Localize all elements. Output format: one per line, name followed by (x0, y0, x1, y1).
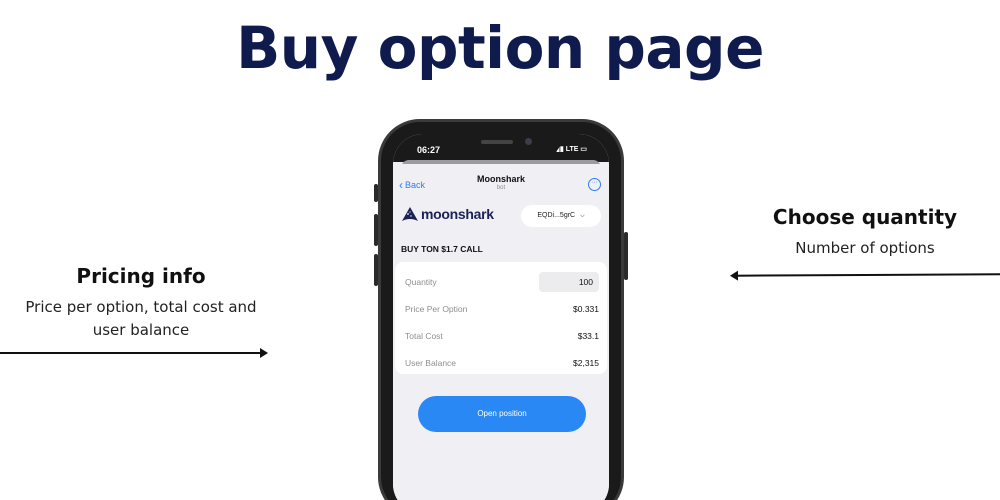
speaker (481, 140, 513, 144)
brand-name: moonshark (421, 206, 494, 222)
quantity-row: Quantity 100 (405, 272, 599, 292)
status-time: 06:27 (417, 145, 441, 155)
price-per-option-row: Price Per Option $0.331 (405, 299, 599, 319)
row-value: $2,315 (573, 358, 599, 368)
nav-subtitle: bot (496, 185, 506, 191)
camera (525, 138, 532, 145)
row-label: Price Per Option (405, 304, 468, 314)
arrow-right-pointer (0, 348, 268, 358)
choose-quantity-annotation: Choose quantity Number of options (734, 205, 996, 260)
row-label: Total Cost (405, 331, 443, 341)
power-button (624, 232, 628, 280)
user-balance-row: User Balance $2,315 (405, 353, 599, 373)
more-icon[interactable]: ··· (588, 178, 601, 191)
volume-down-button (374, 254, 378, 286)
chevron-down-icon: ⌵ (580, 213, 585, 219)
pricing-info-annotation: Pricing info Price per option, total cos… (20, 264, 262, 342)
phone-screen: 06:27 ▮▮▮ LTE ▭ ‹Back Moonshark bot ··· (393, 134, 609, 500)
nav-title: Moonshark (476, 174, 525, 184)
row-label: Quantity (405, 277, 437, 287)
nav-bar: ‹ Back Moonshark bot ··· (393, 172, 609, 196)
order-details-card: Quantity 100 Price Per Option $0.331 Tot… (395, 262, 607, 374)
quantity-input[interactable]: 100 (539, 272, 599, 292)
arrow-left-pointer (733, 273, 1000, 277)
status-network-label: LTE (565, 146, 579, 153)
row-label: User Balance (405, 358, 457, 368)
annotation-subtitle: Price per option, total cost and user ba… (25, 298, 257, 339)
phone-mockup: 06:27 ▮▮▮ LTE ▭ ‹Back Moonshark bot ··· (374, 119, 628, 500)
mini-app-sheet: ‹ Back Moonshark bot ··· moonshark EQDi..… (393, 164, 609, 500)
option-heading: BUY TON $1.7 CALL (401, 244, 483, 254)
row-value: $33.1 (577, 331, 599, 341)
page-title: Buy option page (236, 14, 764, 82)
moonshark-logo-icon (402, 207, 418, 221)
total-cost-row: Total Cost $33.1 (405, 326, 599, 346)
row-value: $0.331 (573, 304, 599, 314)
volume-up-button (374, 214, 378, 246)
notch (441, 134, 561, 156)
annotation-title: Choose quantity (772, 205, 958, 229)
annotation-subtitle: Number of options (795, 239, 935, 257)
wallet-selector[interactable]: EQDi...5grC ⌵ (521, 205, 601, 227)
mute-switch (374, 184, 378, 202)
annotation-title: Pricing info (76, 264, 206, 288)
wallet-address: EQDi...5grC (537, 212, 576, 219)
open-position-button[interactable]: Open position (418, 396, 586, 432)
